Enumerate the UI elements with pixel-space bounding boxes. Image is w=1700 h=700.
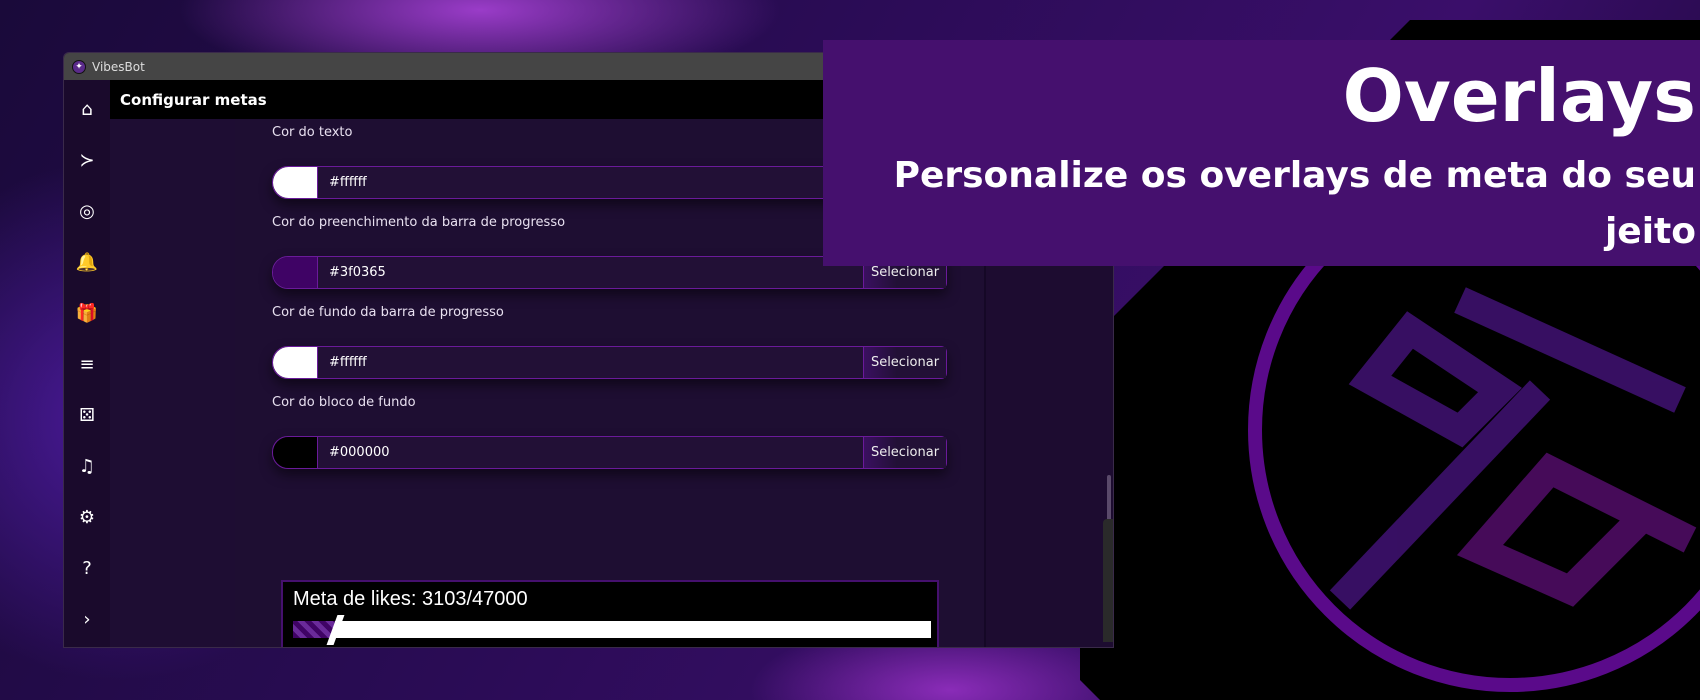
target-icon: ◎: [79, 200, 95, 222]
home-icon: ⌂: [81, 98, 93, 120]
sidebar-item-bell[interactable]: 🔔: [64, 246, 110, 278]
progress-bar: [293, 615, 931, 645]
promo-banner: Overlays Personalize os overlays de meta…: [823, 40, 1700, 266]
list-icon: ≡: [79, 353, 95, 375]
sidebar-item-help[interactable]: ?: [64, 552, 110, 584]
dice-icon: ⚄: [79, 404, 95, 426]
preview-text: Meta de likes: 3103/47000: [293, 588, 528, 610]
field-label: Cor de fundo da barra de progresso: [272, 305, 504, 320]
gift-icon: 🎁: [75, 302, 99, 324]
scrollbar-track[interactable]: [1103, 519, 1113, 642]
color-swatch[interactable]: [273, 347, 317, 378]
field-label: Cor do texto: [272, 125, 353, 140]
bell-icon: 🔔: [75, 251, 99, 273]
select-color-button[interactable]: Selecionar: [863, 347, 946, 378]
color-swatch[interactable]: [273, 257, 317, 288]
sidebar-item-gear[interactable]: ⚙: [64, 501, 110, 533]
sidebar-item-target[interactable]: ◎: [64, 195, 110, 227]
left-panel: [110, 119, 235, 647]
sidebar-item-terminal[interactable]: ≻: [64, 144, 110, 176]
field-label: Cor do preenchimento da barra de progres…: [272, 215, 566, 230]
sidebar-item-music[interactable]: ♫: [64, 450, 110, 482]
sidebar-item-list[interactable]: ≡: [64, 348, 110, 380]
color-input[interactable]: #ffffff: [317, 167, 863, 198]
sidebar-item-expand[interactable]: ›: [64, 603, 110, 635]
expand-icon: ›: [83, 608, 91, 630]
color-input[interactable]: #3f0365: [317, 257, 863, 288]
help-icon: ?: [82, 557, 92, 579]
banner-subtitle: Personalize os overlays de meta do seu j…: [893, 155, 1696, 252]
color-swatch[interactable]: [273, 167, 317, 198]
banner-title: Overlays: [1342, 54, 1696, 138]
sidebar-item-dice[interactable]: ⚄: [64, 399, 110, 431]
sidebar: ⌂ ≻ ◎ 🔔 🎁 ≡ ⚄ ♫ ⚙? ›: [64, 80, 110, 647]
window-title: VibesBot: [92, 59, 145, 74]
gear-icon: ⚙: [78, 506, 96, 528]
select-color-button[interactable]: Selecionar: [863, 437, 946, 468]
color-swatch[interactable]: [273, 437, 317, 468]
goal-overlay-preview: Meta de likes: 3103/47000: [281, 580, 939, 647]
sidebar-item-gift[interactable]: 🎁: [64, 297, 110, 329]
music-icon: ♫: [78, 455, 96, 477]
color-input[interactable]: #000000: [317, 437, 863, 468]
terminal-icon: ≻: [79, 149, 95, 171]
color-field: #ffffffSelecionar: [272, 346, 947, 379]
field-label: Cor do bloco de fundo: [272, 395, 416, 410]
color-field: #000000 Selecionar: [272, 436, 947, 469]
app-logo-icon: ✦: [72, 59, 86, 74]
color-input[interactable]: #ffffff: [317, 347, 863, 378]
sidebar-item-home[interactable]: ⌂: [64, 93, 110, 125]
